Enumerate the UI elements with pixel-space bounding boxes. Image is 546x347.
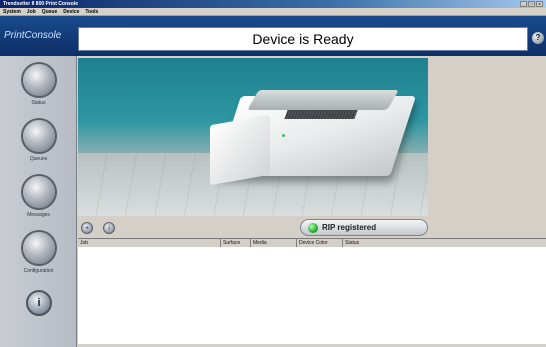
rip-status-label: RIP registered bbox=[322, 223, 377, 232]
menu-bar: System Job Queue Device Tools bbox=[0, 8, 546, 16]
window-title-bar: Trendsetter II 800 Print Console _ □ × bbox=[0, 0, 546, 8]
info-icon[interactable]: i bbox=[26, 290, 52, 316]
column-header-device-color[interactable]: Device Color bbox=[297, 239, 343, 247]
messages-button-icon[interactable] bbox=[21, 174, 57, 210]
info-job-icon[interactable]: i bbox=[103, 222, 115, 234]
column-header-status[interactable]: Status bbox=[343, 239, 546, 247]
printer-slot-graphic bbox=[284, 110, 358, 119]
device-status-message: Device is Ready bbox=[78, 27, 528, 51]
add-job-icon[interactable]: + bbox=[81, 222, 93, 234]
printer-led-icon bbox=[282, 134, 285, 137]
column-header-job[interactable]: Job bbox=[78, 239, 221, 247]
rip-status-indicator: RIP registered bbox=[300, 219, 428, 236]
sidebar-item-label: Configuration bbox=[23, 268, 54, 274]
menu-queue[interactable]: Queue bbox=[42, 8, 58, 15]
status-led-icon bbox=[308, 223, 318, 233]
help-icon[interactable]: ? bbox=[532, 32, 544, 44]
sidebar-item-label: Messages bbox=[27, 212, 50, 218]
sidebar-item-messages[interactable]: Messages bbox=[0, 174, 77, 232]
sidebar-item-label: Queues bbox=[29, 156, 48, 162]
sidebar-item-status[interactable]: Status bbox=[0, 62, 77, 120]
menu-device[interactable]: Device bbox=[63, 8, 79, 15]
printer-side-graphic bbox=[210, 114, 270, 186]
window-title: Trendsetter II 800 Print Console bbox=[3, 1, 79, 7]
sidebar-item-label: Status bbox=[31, 100, 46, 106]
sidebar-item-queues[interactable]: Queues bbox=[0, 118, 77, 176]
menu-job[interactable]: Job bbox=[27, 8, 36, 15]
minimize-button[interactable]: _ bbox=[520, 1, 527, 7]
queues-button-icon[interactable] bbox=[21, 118, 57, 154]
menu-tools[interactable]: Tools bbox=[85, 8, 98, 15]
printer-top-graphic bbox=[247, 90, 399, 110]
device-image bbox=[78, 58, 428, 216]
window-controls: _ □ × bbox=[520, 1, 543, 7]
maximize-button[interactable]: □ bbox=[528, 1, 535, 7]
job-table: Job Surface Media Device Color Status bbox=[78, 238, 546, 344]
sidebar-item-configuration[interactable]: Configuration bbox=[0, 230, 77, 288]
menu-system[interactable]: System bbox=[3, 8, 21, 15]
column-header-surface[interactable]: Surface bbox=[221, 239, 251, 247]
brand-logo: PrintConsole bbox=[4, 30, 62, 41]
close-button[interactable]: × bbox=[536, 1, 543, 7]
configuration-button-icon[interactable] bbox=[21, 230, 57, 266]
table-header: Job Surface Media Device Color Status bbox=[78, 239, 546, 247]
status-button-icon[interactable] bbox=[21, 62, 57, 98]
column-header-media[interactable]: Media bbox=[251, 239, 297, 247]
